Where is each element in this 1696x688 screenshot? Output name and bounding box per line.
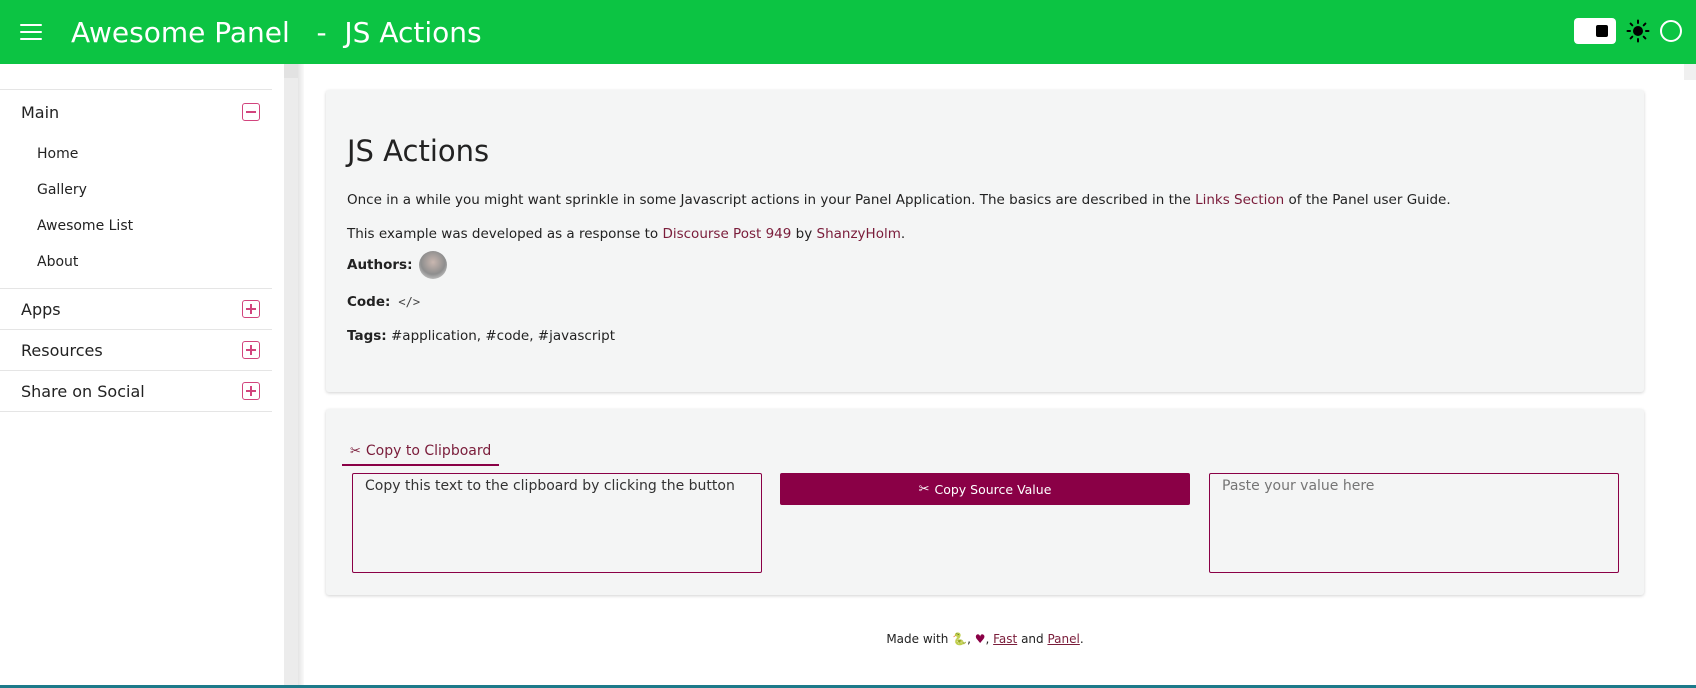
author-link[interactable]: ShanzyHolm bbox=[817, 226, 901, 242]
fast-link[interactable]: Fast bbox=[993, 632, 1017, 646]
nav-header-label: Resources bbox=[21, 340, 103, 360]
page-scrollbar[interactable] bbox=[1684, 64, 1696, 80]
example-end: . bbox=[900, 226, 906, 242]
panel-link[interactable]: Panel bbox=[1047, 632, 1079, 646]
python-icon: 🐍 bbox=[952, 632, 968, 646]
nav-header-resources[interactable]: Resources bbox=[0, 330, 272, 370]
nav-header-label: Apps bbox=[21, 299, 61, 319]
copy-button-label: Copy Source Value bbox=[934, 481, 1052, 497]
paste-target-textarea[interactable] bbox=[1209, 473, 1619, 573]
sidebar-divider bbox=[298, 64, 304, 688]
footer-made-with: Made with bbox=[886, 632, 953, 646]
sidebar-item-gallery[interactable]: Gallery bbox=[0, 172, 272, 208]
sidebar-nav: Main Home Gallery Awesome List About App… bbox=[0, 89, 272, 412]
source-textarea[interactable]: Copy this text to the clipboard by click… bbox=[352, 473, 762, 573]
footer-and: and bbox=[1017, 632, 1048, 646]
intro-suffix: of the Panel user Guide. bbox=[1284, 192, 1451, 208]
nav-group-apps: Apps bbox=[0, 288, 272, 329]
nav-group-resources: Resources bbox=[0, 329, 272, 370]
authors-label: Authors: bbox=[347, 257, 413, 273]
footer-comma: , bbox=[967, 632, 975, 646]
sidebar-item-home[interactable]: Home bbox=[0, 136, 272, 172]
collapse-icon[interactable] bbox=[242, 103, 260, 121]
heart-icon: ♥ bbox=[974, 632, 986, 646]
tags-text: #application, #code, #javascript bbox=[386, 328, 616, 344]
footer: Made with 🐍, ♥, Fast and Panel. bbox=[326, 632, 1644, 646]
nav-header-label: Main bbox=[21, 102, 60, 122]
tags-row: Tags: #application, #code, #javascript bbox=[347, 328, 615, 344]
code-row: Code: </> bbox=[347, 294, 420, 310]
tab-label: Copy to Clipboard bbox=[365, 443, 492, 459]
nav-header-label: Share on Social bbox=[21, 381, 145, 401]
tools-card: ✂ Copy to Clipboard Copy this text to th… bbox=[326, 409, 1644, 595]
avatar[interactable] bbox=[418, 251, 447, 279]
authors-row: Authors: bbox=[347, 250, 447, 280]
discourse-post-link[interactable]: Discourse Post 949 bbox=[662, 226, 791, 242]
sidebar-item-awesome-list[interactable]: Awesome List bbox=[0, 208, 272, 244]
tags-label: Tags: bbox=[347, 328, 387, 344]
header-controls bbox=[1574, 18, 1682, 44]
nav-header-main[interactable]: Main bbox=[0, 90, 272, 134]
expand-icon[interactable] bbox=[242, 382, 260, 400]
nav-header-apps[interactable]: Apps bbox=[0, 289, 272, 329]
code-icon[interactable]: </> bbox=[398, 295, 420, 309]
copy-source-value-button[interactable]: ✂ Copy Source Value bbox=[780, 473, 1190, 505]
app-header: Awesome Panel - JS Actions bbox=[0, 0, 1696, 64]
footer-end: . bbox=[1079, 632, 1084, 646]
links-section-link[interactable]: Links Section bbox=[1195, 192, 1284, 208]
intro-paragraph: Once in a while you might want sprinkle … bbox=[347, 192, 1451, 208]
page-title: JS Actions bbox=[347, 134, 490, 168]
nav-group-share: Share on Social bbox=[0, 370, 272, 412]
expand-icon[interactable] bbox=[242, 341, 260, 359]
tab-copy-to-clipboard[interactable]: ✂ Copy to Clipboard bbox=[342, 438, 500, 466]
sidebar-scrollbar[interactable] bbox=[284, 64, 298, 688]
expand-icon[interactable] bbox=[242, 300, 260, 318]
sun-icon[interactable] bbox=[1626, 19, 1650, 43]
scissors-icon: ✂ bbox=[350, 443, 361, 459]
sidebar-item-about[interactable]: About bbox=[0, 244, 272, 280]
example-by: by bbox=[791, 226, 817, 242]
footer-comma: , bbox=[985, 632, 994, 646]
nav-group-main: Main Home Gallery Awesome List About bbox=[0, 89, 272, 288]
example-text: This example was developed as a response… bbox=[347, 226, 663, 242]
nav-header-share[interactable]: Share on Social bbox=[0, 371, 272, 411]
theme-toggle-icon[interactable] bbox=[1574, 18, 1616, 44]
code-label: Code: bbox=[347, 294, 391, 310]
intro-text: Once in a while you might want sprinkle … bbox=[347, 192, 1196, 208]
circle-icon[interactable] bbox=[1660, 20, 1682, 42]
app-title: Awesome Panel - JS Actions bbox=[71, 15, 482, 49]
example-paragraph: This example was developed as a response… bbox=[347, 226, 905, 242]
info-card: JS Actions Once in a while you might wan… bbox=[326, 90, 1644, 392]
nav-items-main: Home Gallery Awesome List About bbox=[0, 134, 272, 288]
scissors-icon: ✂ bbox=[918, 481, 930, 497]
hamburger-icon[interactable] bbox=[20, 24, 42, 40]
